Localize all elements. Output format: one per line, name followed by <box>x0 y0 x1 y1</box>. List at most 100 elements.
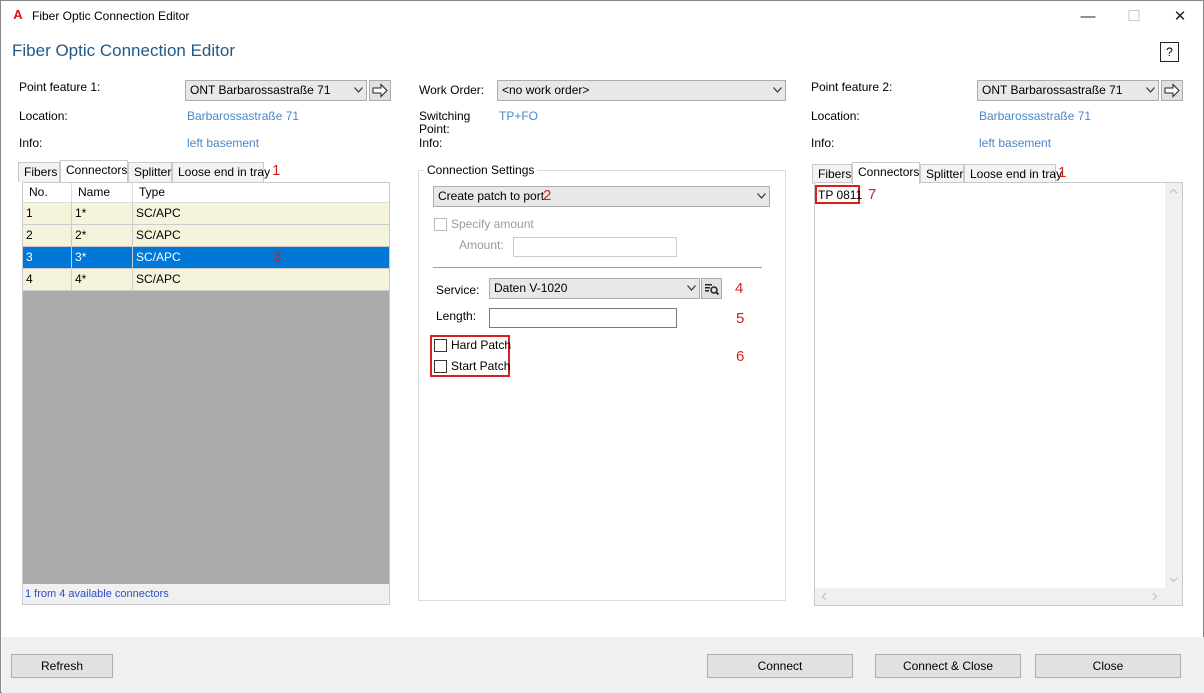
hard-patch-checkbox[interactable] <box>434 339 447 352</box>
horizontal-scrollbar[interactable] <box>815 588 1182 605</box>
tab-connectors-1[interactable]: Connectors <box>60 160 128 182</box>
marker-3: 3 <box>273 248 282 265</box>
length-label: Length: <box>436 309 477 323</box>
dialog-window: A Fiber Optic Connection Editor — ☐ ✕ Fi… <box>0 0 1204 693</box>
tab-splitter-1[interactable]: Splitter <box>128 162 172 182</box>
point-feature-1-value: ONT Barbarossastraße 71 <box>190 83 331 97</box>
cell-no: 2 <box>23 225 72 247</box>
arrow-right-icon <box>1164 83 1180 98</box>
app-icon: A <box>13 7 23 22</box>
column-header-type[interactable]: Type <box>133 183 389 203</box>
service-value: Daten V-1020 <box>494 281 568 295</box>
tab-loose-end-2[interactable]: Loose end in tray <box>964 164 1062 184</box>
marker-1-left: 1 <box>272 162 281 179</box>
chevron-down-icon <box>773 87 782 93</box>
service-search-button[interactable] <box>701 278 722 299</box>
marker-4: 4 <box>735 280 744 297</box>
tab-splitter-2[interactable]: Splitter <box>920 164 964 184</box>
scroll-right-icon[interactable] <box>1148 588 1162 605</box>
cell-no: 1 <box>23 203 72 225</box>
connection-settings-group <box>418 170 786 601</box>
work-order-select[interactable]: <no work order> <box>497 80 786 101</box>
right-tab-strip: Fibers Connectors Splitter Loose end in … <box>812 162 1072 184</box>
table-header: No. Name Type <box>23 183 389 203</box>
marker-5: 5 <box>736 310 745 327</box>
info-middle-label: Info: <box>419 136 443 150</box>
location-2-label: Location: <box>811 109 860 123</box>
info-1-link[interactable]: left basement <box>187 136 259 150</box>
table-status: 1 from 4 available connectors <box>23 584 389 604</box>
vertical-scrollbar[interactable] <box>1165 183 1182 589</box>
refresh-button[interactable]: Refresh <box>11 654 113 678</box>
specify-amount-checkbox[interactable] <box>434 218 447 231</box>
start-patch-label: Start Patch <box>451 359 511 373</box>
connect-close-button[interactable]: Connect & Close <box>875 654 1021 678</box>
close-window-button[interactable]: ✕ <box>1157 1 1203 32</box>
page-title: Fiber Optic Connection Editor <box>12 41 235 60</box>
cell-name: 3* <box>72 247 133 269</box>
column-header-no[interactable]: No. <box>23 183 72 203</box>
cell-name: 4* <box>72 269 133 291</box>
table-row[interactable]: 4 4* SC/APC <box>23 269 389 291</box>
marker-1-right: 1 <box>1058 164 1067 181</box>
location-1-link[interactable]: Barbarossastraße 71 <box>187 109 299 123</box>
point-feature-1-select[interactable]: ONT Barbarossastraße 71 <box>185 80 367 101</box>
info-2-label: Info: <box>811 136 835 150</box>
scroll-left-icon[interactable] <box>818 588 832 605</box>
length-input[interactable] <box>489 308 677 328</box>
close-button[interactable]: Close <box>1035 654 1181 678</box>
cell-type: SC/APC <box>136 228 181 242</box>
table-row[interactable]: 2 2* SC/APC <box>23 225 389 247</box>
help-button[interactable]: ? <box>1160 42 1179 62</box>
table-row-selected[interactable]: 3 3* SC/APC 3 <box>23 247 389 269</box>
point-feature-1-label: Point feature 1: <box>19 80 101 94</box>
table-row[interactable]: 1 1* SC/APC <box>23 203 389 225</box>
location-1-label: Location: <box>19 109 68 123</box>
connect-button[interactable]: Connect <box>707 654 853 678</box>
connection-settings-title: Connection Settings <box>424 163 538 177</box>
tab-loose-end-1[interactable]: Loose end in tray <box>172 162 270 182</box>
list-item[interactable]: TP 0811 <box>818 188 862 202</box>
cell-name: 1* <box>72 203 133 225</box>
info-2-link[interactable]: left basement <box>979 136 1051 150</box>
connectors-list[interactable]: TP 0811 7 <box>814 182 1183 606</box>
switching-point-link[interactable]: TP+FO <box>499 109 538 123</box>
chevron-down-icon <box>687 285 696 291</box>
hard-patch-label: Hard Patch <box>451 338 512 352</box>
cell-type: SC/APC <box>136 272 181 286</box>
search-list-icon <box>705 284 720 296</box>
divider <box>433 267 762 268</box>
window-title: Fiber Optic Connection Editor <box>32 9 190 23</box>
service-label: Service: <box>436 283 480 297</box>
work-order-label: Work Order: <box>419 83 485 97</box>
info-1-label: Info: <box>19 136 43 150</box>
work-order-value: <no work order> <box>502 83 590 97</box>
point-feature-2-select[interactable]: ONT Barbarossastraße 71 <box>977 80 1159 101</box>
scroll-down-icon[interactable] <box>1165 573 1182 587</box>
chevron-down-icon <box>1146 87 1155 93</box>
column-header-name[interactable]: Name <box>72 183 133 203</box>
maximize-button[interactable]: ☐ <box>1111 1 1157 32</box>
go-to-feature-2-button[interactable] <box>1161 80 1183 101</box>
tab-fibers-2[interactable]: Fibers <box>812 164 852 184</box>
connection-mode-select[interactable]: Create patch to port <box>433 186 770 207</box>
go-to-feature-1-button[interactable] <box>369 80 391 101</box>
connectors-table: No. Name Type 1 1* SC/APC 2 2* SC/APC 3 … <box>22 182 390 605</box>
left-tab-strip: Fibers Connectors Splitter Loose end in … <box>18 160 278 182</box>
service-select[interactable]: Daten V-1020 <box>489 278 700 299</box>
amount-label: Amount: <box>459 238 504 252</box>
amount-input[interactable] <box>513 237 677 257</box>
cell-name: 2* <box>72 225 133 247</box>
title-bar: A Fiber Optic Connection Editor — ☐ ✕ <box>1 1 1203 32</box>
minimize-button[interactable]: — <box>1065 1 1111 32</box>
start-patch-checkbox[interactable] <box>434 360 447 373</box>
switching-point-label-line1: Switching <box>419 109 471 123</box>
tab-fibers-1[interactable]: Fibers <box>18 162 60 182</box>
scroll-up-icon[interactable] <box>1165 185 1182 199</box>
tab-connectors-2[interactable]: Connectors <box>852 162 920 184</box>
cell-type: SC/APC <box>136 250 181 264</box>
cell-no: 4 <box>23 269 72 291</box>
point-feature-2-label: Point feature 2: <box>811 80 893 94</box>
location-2-link[interactable]: Barbarossastraße 71 <box>979 109 1091 123</box>
marker-6: 6 <box>736 348 745 365</box>
